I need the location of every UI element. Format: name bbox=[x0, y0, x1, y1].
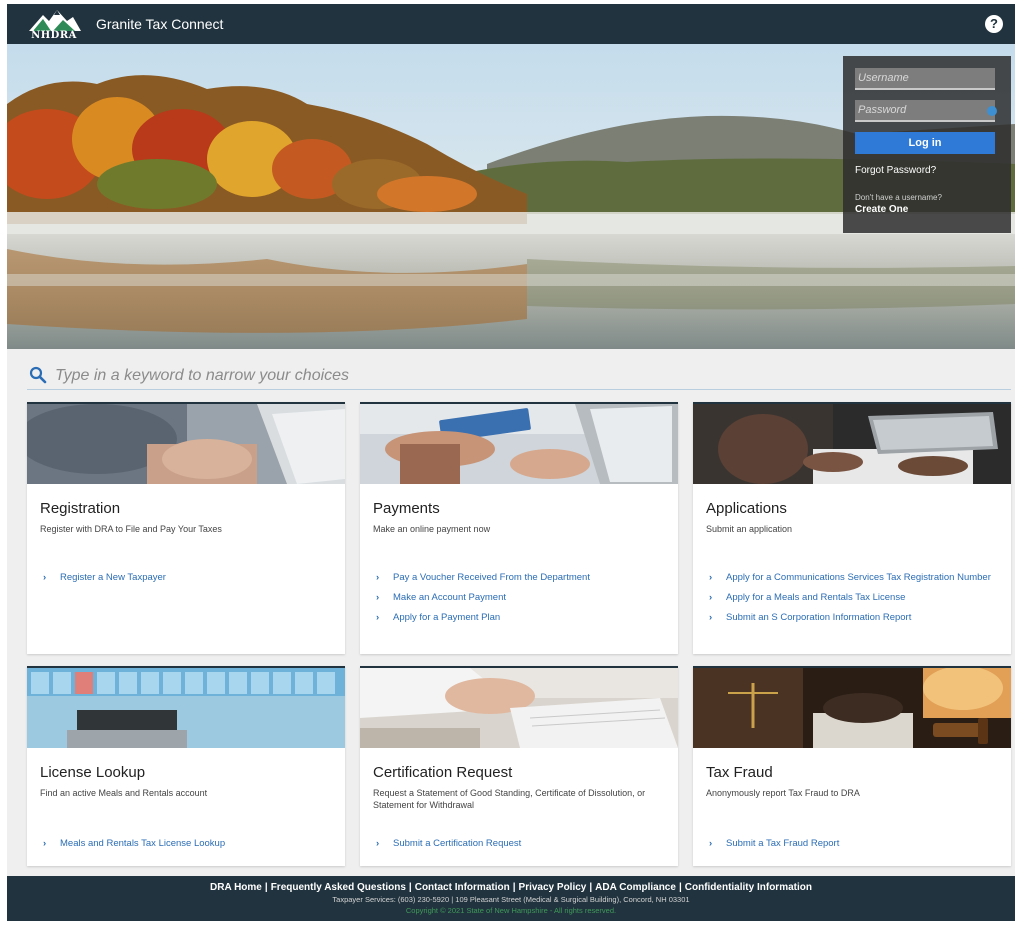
link-label: Make an Account Payment bbox=[393, 592, 507, 603]
chevron-right-icon: › bbox=[376, 592, 380, 603]
username-input[interactable] bbox=[855, 68, 995, 90]
no-username-text: Don't have a username? bbox=[855, 193, 942, 202]
link-label: Meals and Rentals Tax License Lookup bbox=[60, 838, 226, 849]
certification-request-link[interactable]: › Submit a Certification Request bbox=[373, 838, 673, 849]
footer-link-faq[interactable]: Frequently Asked Questions bbox=[271, 882, 406, 893]
card-license-lookup: License Lookup Find an active Meals and … bbox=[27, 666, 345, 866]
chevron-right-icon: › bbox=[376, 838, 380, 849]
card-description: Anonymously report Tax Fraud to DRA bbox=[706, 788, 860, 798]
chevron-right-icon: › bbox=[709, 592, 713, 603]
card-payments: Payments Make an online payment now › Pay… bbox=[360, 402, 678, 654]
search-input[interactable] bbox=[55, 364, 955, 388]
app-title: Granite Tax Connect bbox=[96, 16, 224, 32]
footer-separator: | bbox=[678, 882, 682, 893]
meals-rentals-license-link[interactable]: › Apply for a Meals and Rentals Tax Licen… bbox=[706, 592, 1006, 603]
account-payment-link[interactable]: › Make an Account Payment bbox=[373, 592, 673, 603]
card-description: Request a Statement of Good Standing, Ce… bbox=[373, 788, 646, 810]
card-links: › Apply for a Communications Services Tax… bbox=[706, 572, 1006, 632]
password-reveal-icon[interactable] bbox=[987, 106, 997, 116]
tax-fraud-image bbox=[693, 668, 1011, 748]
link-label: Apply for a Payment Plan bbox=[393, 612, 501, 623]
footer-separator: | bbox=[408, 882, 412, 893]
tax-fraud-report-link[interactable]: › Submit a Tax Fraud Report bbox=[706, 838, 1006, 849]
footer-separator: | bbox=[589, 882, 593, 893]
chevron-right-icon: › bbox=[43, 572, 47, 583]
communications-tax-registration-link[interactable]: › Apply for a Communications Services Tax… bbox=[706, 572, 1006, 583]
card-title: Applications bbox=[706, 500, 787, 517]
footer-link-privacy[interactable]: Privacy Policy bbox=[519, 882, 587, 893]
card-links: › Submit a Certification Request bbox=[373, 838, 673, 858]
link-label: Submit an S Corporation Information Repo… bbox=[726, 612, 912, 623]
footer: DRA Home | Frequently Asked Questions | Cont… bbox=[7, 876, 1015, 921]
footer-link-confidentiality[interactable]: Confidentiality Information bbox=[685, 882, 812, 893]
footer-separator: | bbox=[512, 882, 516, 893]
footer-links: DRA Home | Frequently Asked Questions | Cont… bbox=[7, 882, 1015, 893]
link-label: Submit a Tax Fraud Report bbox=[726, 838, 840, 849]
link-label: Register a New Taxpayer bbox=[60, 572, 166, 583]
link-label: Apply for a Communications Services Tax … bbox=[726, 572, 991, 583]
keyword-search bbox=[27, 364, 1011, 390]
applications-image bbox=[693, 404, 1011, 484]
card-title: Tax Fraud bbox=[706, 764, 773, 781]
card-description: Submit an application bbox=[706, 524, 793, 534]
footer-link-ada[interactable]: ADA Compliance bbox=[595, 882, 676, 893]
card-links: › Pay a Voucher Received From the Departm… bbox=[373, 572, 673, 632]
registration-image bbox=[27, 404, 345, 484]
chevron-right-icon: › bbox=[376, 612, 380, 623]
card-description: Find an active Meals and Rentals account bbox=[40, 788, 208, 798]
card-links: › Meals and Rentals Tax License Lookup bbox=[40, 838, 340, 858]
link-label: Apply for a Meals and Rentals Tax Licens… bbox=[726, 592, 906, 603]
register-taxpayer-link[interactable]: › Register a New Taxpayer bbox=[40, 572, 340, 583]
card-applications: Applications Submit an application › Appl… bbox=[693, 402, 1011, 654]
footer-link-dra-home[interactable]: DRA Home bbox=[210, 882, 262, 893]
card-description: Register with DRA to File and Pay Your T… bbox=[40, 524, 222, 534]
logo-text: NHDRA bbox=[31, 30, 77, 41]
password-wrapper bbox=[855, 100, 999, 122]
card-tax-fraud: Tax Fraud Anonymously report Tax Fraud t… bbox=[693, 666, 1011, 866]
top-bar: NHDRA Granite Tax Connect ? bbox=[7, 4, 1015, 44]
search-icon bbox=[29, 366, 47, 384]
mountain-logo-icon bbox=[29, 10, 81, 31]
card-title: License Lookup bbox=[40, 764, 146, 781]
card-links: › Register a New Taxpayer bbox=[40, 572, 340, 592]
card-title: Certification Request bbox=[373, 764, 513, 781]
card-title: Registration bbox=[40, 500, 121, 517]
certification-image bbox=[360, 668, 678, 748]
chevron-right-icon: › bbox=[709, 612, 713, 623]
chevron-right-icon: › bbox=[43, 838, 47, 849]
card-description: Make an online payment now bbox=[373, 524, 491, 534]
license-lookup-link[interactable]: › Meals and Rentals Tax License Lookup bbox=[40, 838, 340, 849]
forgot-password-link[interactable]: Forgot Password? bbox=[855, 165, 999, 176]
card-title: Payments bbox=[373, 500, 440, 517]
card-certification-request: Certification Request Request a Statemen… bbox=[360, 666, 678, 866]
s-corporation-report-link[interactable]: › Submit an S Corporation Information Rep… bbox=[706, 612, 1006, 623]
card-links: › Submit a Tax Fraud Report bbox=[706, 838, 1006, 858]
link-label: Pay a Voucher Received From the Departme… bbox=[393, 572, 590, 583]
link-label: Submit a Certification Request bbox=[393, 838, 522, 849]
pay-voucher-link[interactable]: › Pay a Voucher Received From the Departm… bbox=[373, 572, 673, 583]
footer-link-contact[interactable]: Contact Information bbox=[415, 882, 510, 893]
password-input[interactable] bbox=[855, 100, 995, 122]
login-button[interactable]: Log in bbox=[855, 132, 995, 154]
footer-separator: | bbox=[264, 882, 268, 893]
payments-image bbox=[360, 404, 678, 484]
login-panel: Log in Forgot Password? Don't have a use… bbox=[843, 56, 1011, 233]
card-registration: Registration Register with DRA to File a… bbox=[27, 402, 345, 654]
help-icon[interactable]: ? bbox=[985, 15, 1003, 33]
chevron-right-icon: › bbox=[376, 572, 380, 583]
footer-copyright: Copyright © 2021 State of New Hampshire … bbox=[405, 906, 617, 915]
footer-address: Taxpayer Services: (603) 230-5920 | 109 … bbox=[332, 895, 690, 904]
chevron-right-icon: › bbox=[709, 838, 713, 849]
nhdra-logo[interactable]: NHDRA bbox=[27, 7, 81, 41]
create-account-link[interactable]: Create One bbox=[855, 204, 999, 215]
payment-plan-link[interactable]: › Apply for a Payment Plan bbox=[373, 612, 673, 623]
page-frame: NHDRA Granite Tax Connect ? Username Log… bbox=[7, 4, 1015, 921]
chevron-right-icon: › bbox=[709, 572, 713, 583]
license-lookup-image bbox=[27, 668, 345, 748]
